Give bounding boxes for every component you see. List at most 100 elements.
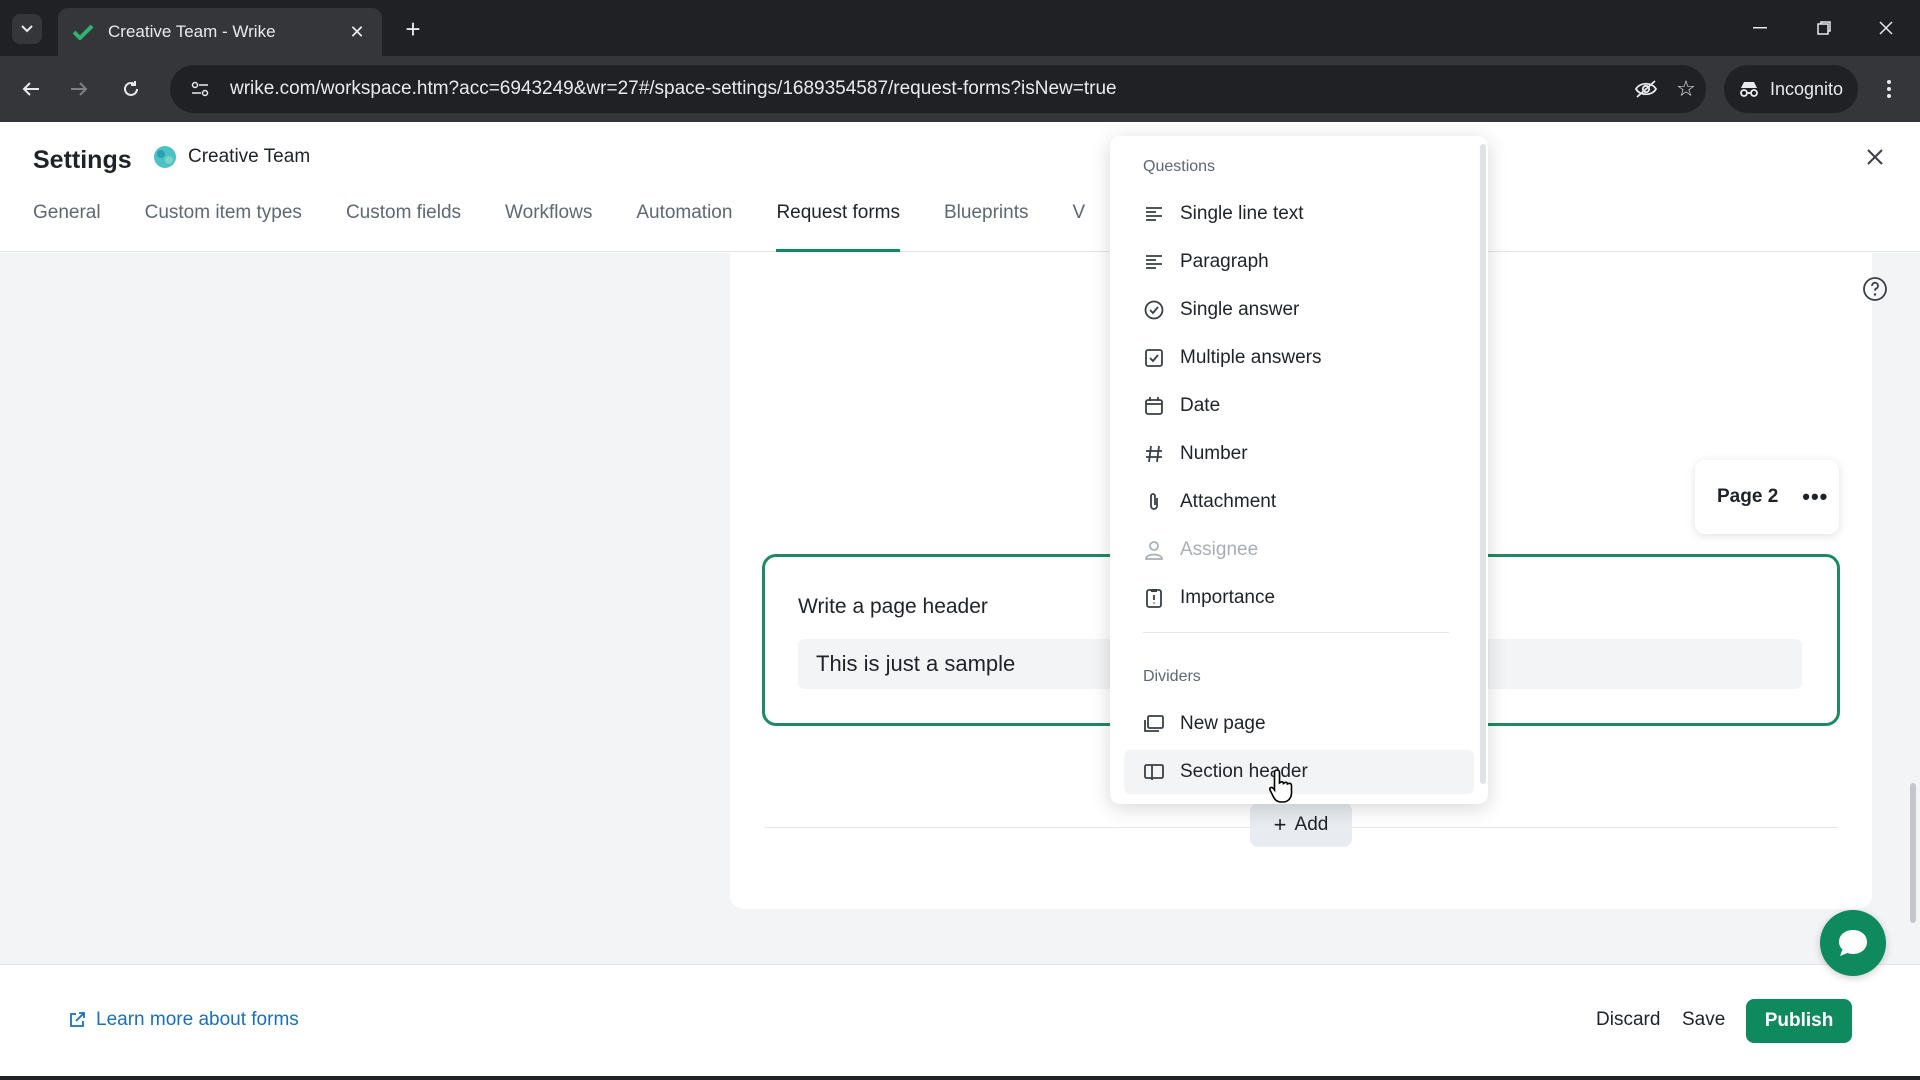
external-link-icon: [70, 1012, 85, 1027]
page-title: Settings: [33, 146, 132, 174]
bookmark-star-icon[interactable]: ☆: [1666, 69, 1706, 109]
incognito-icon: [1740, 82, 1758, 97]
incognito-indicator[interactable]: Incognito: [1724, 65, 1858, 113]
more-options-icon[interactable]: •••: [1802, 484, 1828, 510]
settings-header: Settings Creative Team General Custom it…: [0, 122, 1920, 252]
single-line-text-icon: [1144, 204, 1164, 224]
section-title: Write a page header: [798, 595, 988, 618]
help-icon[interactable]: [1862, 276, 1888, 302]
menu-item-new-page[interactable]: New page: [1124, 702, 1474, 746]
space-name: Creative Team: [188, 146, 311, 167]
tab-custom-fields[interactable]: Custom fields: [346, 202, 461, 252]
tab-custom-item-types[interactable]: Custom item types: [145, 202, 302, 252]
page-scrollbar[interactable]: [1908, 253, 1918, 964]
menu-scrollbar[interactable]: [1480, 144, 1486, 784]
menu-item-label: Single line text: [1180, 203, 1304, 224]
browser-tab[interactable]: Creative Team - Wrike ✕: [58, 8, 382, 56]
chat-support-button[interactable]: [1820, 910, 1886, 976]
settings-tabs: General Custom item types Custom fields …: [33, 202, 1129, 252]
menu-item-single-answer[interactable]: Single answer: [1124, 288, 1474, 332]
menu-item-multiple-answers[interactable]: Multiple answers: [1124, 336, 1474, 380]
discard-button[interactable]: Discard: [1596, 1009, 1660, 1031]
tab-workflows[interactable]: Workflows: [505, 202, 592, 252]
incognito-label: Incognito: [1770, 78, 1844, 99]
vertical-dots-icon: [1887, 80, 1891, 98]
menu-item-label: Number: [1180, 443, 1248, 464]
browser-tab-bar: Creative Team - Wrike ✕ +: [0, 0, 1920, 56]
hand-cursor-icon: [1269, 769, 1293, 803]
menu-item-assignee: Assignee: [1124, 528, 1474, 572]
url-text: wrike.com/workspace.htm?acc=6943249&wr=2…: [230, 78, 1117, 99]
multiple-answers-icon: [1144, 348, 1164, 368]
menu-item-section-header[interactable]: Section header: [1124, 750, 1474, 794]
menu-item-label: Paragraph: [1180, 251, 1269, 272]
close-window-button[interactable]: [1866, 10, 1906, 46]
minimize-icon: [1753, 27, 1767, 29]
menu-item-number[interactable]: Number: [1124, 432, 1474, 476]
new-page-icon: [1144, 714, 1164, 734]
arrow-left-icon: [22, 82, 39, 96]
paperclip-icon: [1144, 492, 1164, 512]
space-badge: Creative Team: [152, 144, 310, 170]
person-icon: [1144, 540, 1164, 560]
questions-group-label: Questions: [1143, 158, 1216, 175]
page-indicator[interactable]: Page 2 •••: [1695, 460, 1839, 534]
wrike-logo-icon: [72, 21, 94, 43]
reload-button[interactable]: [114, 72, 148, 106]
add-button[interactable]: + Add: [1250, 803, 1352, 847]
tab-automation[interactable]: Automation: [636, 202, 732, 252]
tab-general[interactable]: General: [33, 202, 101, 252]
tab-request-forms[interactable]: Request forms: [776, 202, 900, 252]
restore-icon: [1817, 21, 1831, 35]
close-tab-icon[interactable]: ✕: [346, 21, 368, 43]
save-button[interactable]: Save: [1682, 1009, 1725, 1031]
page-label: Page 2: [1717, 486, 1779, 507]
learn-more-label: Learn more about forms: [96, 1009, 299, 1030]
forward-button[interactable]: [62, 72, 96, 106]
address-bar[interactable]: wrike.com/workspace.htm?acc=6943249&wr=2…: [170, 65, 1706, 113]
restore-window-button[interactable]: [1804, 10, 1844, 46]
close-settings-button[interactable]: [1860, 142, 1890, 172]
menu-item-label: Date: [1180, 395, 1221, 416]
eye-off-icon[interactable]: [1626, 69, 1666, 109]
menu-item-attachment[interactable]: Attachment: [1124, 480, 1474, 524]
menu-item-paragraph[interactable]: Paragraph: [1124, 240, 1474, 284]
single-answer-icon: [1144, 300, 1164, 320]
reload-icon: [124, 81, 138, 96]
site-settings-icon[interactable]: [186, 75, 214, 103]
menu-item-label: New page: [1180, 713, 1266, 734]
bottom-edge: [0, 1076, 1920, 1080]
browser-menu-button[interactable]: [1872, 72, 1906, 106]
add-field-menu: Questions Single line text Paragraph Sin…: [1110, 136, 1488, 804]
menu-item-label: Importance: [1180, 587, 1276, 608]
publish-button[interactable]: Publish: [1746, 999, 1852, 1043]
paragraph-icon: [1144, 252, 1164, 272]
tab-title: Creative Team - Wrike: [108, 22, 276, 41]
scrollbar-thumb[interactable]: [1910, 783, 1916, 923]
menu-item-single-line-text[interactable]: Single line text: [1124, 192, 1474, 236]
section-header-icon: [1144, 762, 1164, 782]
space-icon: [154, 146, 176, 168]
close-icon: [1867, 149, 1883, 165]
menu-item-label: Attachment: [1180, 491, 1277, 512]
minimize-window-button[interactable]: [1740, 10, 1780, 46]
tab-search-button[interactable]: [12, 14, 42, 44]
menu-item-date[interactable]: Date: [1124, 384, 1474, 428]
chat-icon: [1839, 930, 1867, 956]
learn-more-link[interactable]: Learn more about forms: [68, 1009, 299, 1031]
back-button[interactable]: [14, 72, 48, 106]
menu-item-label: Multiple answers: [1180, 347, 1322, 368]
new-tab-button[interactable]: +: [398, 14, 428, 44]
plus-icon: +: [1273, 812, 1287, 837]
arrow-right-icon: [71, 82, 88, 96]
menu-item-importance[interactable]: Importance: [1124, 576, 1474, 620]
importance-icon: [1144, 588, 1164, 608]
close-icon: [1879, 21, 1893, 35]
tab-blueprints[interactable]: Blueprints: [944, 202, 1029, 252]
hash-icon: [1144, 444, 1164, 464]
browser-toolbar: wrike.com/workspace.htm?acc=6943249&wr=2…: [0, 56, 1920, 122]
settings-footer: Learn more about forms Discard Save Publ…: [0, 964, 1920, 1076]
add-label: Add: [1294, 814, 1329, 835]
dividers-group-label: Dividers: [1143, 668, 1201, 685]
tab-truncated[interactable]: V: [1073, 202, 1086, 252]
